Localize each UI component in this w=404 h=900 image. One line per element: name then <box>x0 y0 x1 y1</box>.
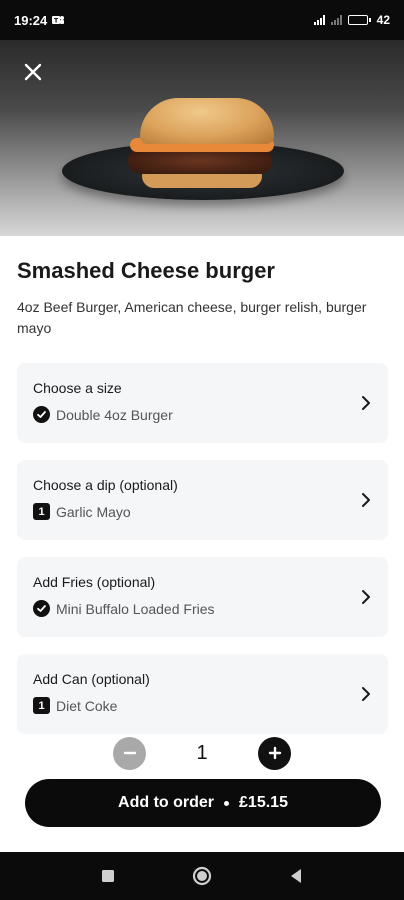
order-price: £15.15 <box>239 794 288 811</box>
chevron-right-icon <box>362 493 370 507</box>
check-icon <box>33 600 50 617</box>
check-icon <box>33 406 50 423</box>
option-selected-value: Diet Coke <box>56 697 118 714</box>
add-to-order-button[interactable]: Add to order £15.15 <box>25 779 381 827</box>
option-label: Choose a dip (optional) <box>33 477 178 493</box>
minus-icon <box>123 751 136 755</box>
quantity-value: 1 <box>196 741 208 764</box>
home-button[interactable] <box>190 864 214 888</box>
product-title: Smashed Cheese burger <box>17 258 275 283</box>
status-bar: 19:24 T 42 <box>0 0 404 40</box>
option-selected-value: Garlic Mayo <box>56 503 131 520</box>
quantity-stepper: 1 <box>0 736 404 770</box>
add-to-order-label: Add to order <box>118 794 215 811</box>
option-label: Add Can (optional) <box>33 671 150 687</box>
quantity-badge: 1 <box>33 503 50 520</box>
option-selected-value: Mini Buffalo Loaded Fries <box>56 600 215 617</box>
battery-icon <box>347 15 371 25</box>
plus-icon <box>268 746 281 760</box>
quantity-badge: 1 <box>33 697 50 714</box>
separator-dot <box>224 800 230 806</box>
option-size[interactable]: Choose a size Double 4oz Burger <box>17 363 388 443</box>
option-label: Add Fries (optional) <box>33 574 156 590</box>
close-icon <box>24 63 42 81</box>
close-button[interactable] <box>18 57 48 87</box>
option-selected-value: Double 4oz Burger <box>56 406 173 423</box>
teams-notification-icon: T <box>52 16 65 25</box>
chevron-right-icon <box>362 687 370 701</box>
back-triangle-icon <box>291 869 301 883</box>
recent-apps-button[interactable] <box>96 864 120 888</box>
status-time: 19:24 <box>14 12 48 28</box>
product-description: 4oz Beef Burger, American cheese, burger… <box>17 299 367 336</box>
option-label: Choose a size <box>33 380 122 396</box>
signal-strength-icon <box>313 15 325 25</box>
decrease-quantity-button[interactable] <box>113 736 146 770</box>
battery-percent: 42 <box>376 13 390 27</box>
increase-quantity-button[interactable] <box>258 736 291 770</box>
square-icon <box>102 870 114 882</box>
back-button[interactable] <box>284 864 308 888</box>
option-fries[interactable]: Add Fries (optional) Mini Buffalo Loaded… <box>17 557 388 637</box>
burger-bun-top <box>140 98 274 144</box>
signal-strength-sim2-icon <box>330 15 342 25</box>
circle-icon <box>192 866 212 886</box>
product-image <box>0 40 404 236</box>
chevron-right-icon <box>362 396 370 410</box>
system-navigation-bar <box>0 852 404 900</box>
option-can[interactable]: Add Can (optional) 1 Diet Coke <box>17 654 388 734</box>
chevron-right-icon <box>362 590 370 604</box>
option-dip[interactable]: Choose a dip (optional) 1 Garlic Mayo <box>17 460 388 540</box>
